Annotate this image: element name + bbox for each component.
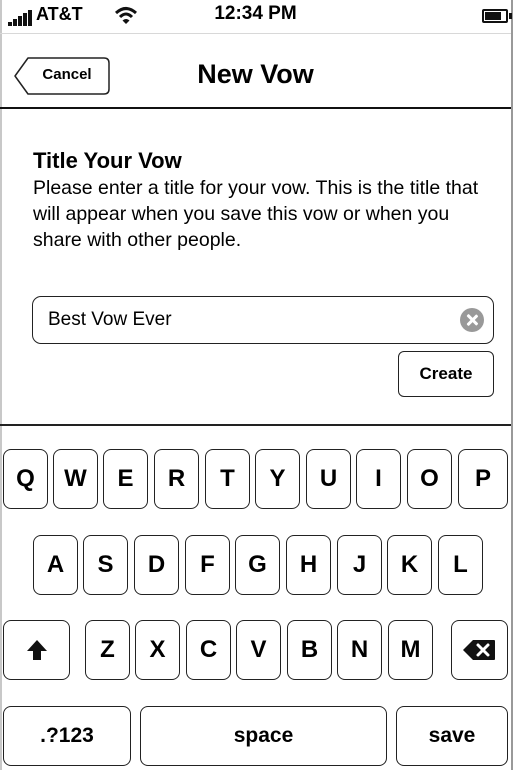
key-h[interactable]: H [286, 535, 331, 595]
page-title: New Vow [197, 59, 314, 89]
key-x[interactable]: X [135, 620, 180, 680]
space-key[interactable]: space [140, 706, 387, 766]
phone-screen: AT&T 12:34 PM Cancel New Vow Title Your … [0, 0, 513, 770]
create-button[interactable]: Create [398, 351, 494, 397]
key-z[interactable]: Z [85, 620, 130, 680]
clear-text-icon[interactable] [460, 308, 484, 332]
vow-title-field[interactable] [32, 296, 494, 344]
key-u[interactable]: U [306, 449, 351, 509]
save-key[interactable]: save [396, 706, 508, 766]
keyboard: Q W E R T Y U I O P A S D F G H J K L Z … [0, 424, 511, 770]
key-o[interactable]: O [407, 449, 452, 509]
key-c[interactable]: C [186, 620, 231, 680]
key-i[interactable]: I [356, 449, 401, 509]
key-m[interactable]: M [388, 620, 433, 680]
key-s[interactable]: S [83, 535, 128, 595]
key-t[interactable]: T [205, 449, 250, 509]
battery-icon [482, 9, 512, 23]
shift-arrow-up-icon [27, 640, 47, 660]
key-l[interactable]: L [438, 535, 483, 595]
key-k[interactable]: K [387, 535, 432, 595]
key-j[interactable]: J [337, 535, 382, 595]
key-q[interactable]: Q [3, 449, 48, 509]
key-b[interactable]: B [287, 620, 332, 680]
status-time: 12:34 PM [214, 3, 297, 24]
key-r[interactable]: R [154, 449, 199, 509]
delete-key[interactable] [451, 620, 508, 680]
section-heading: Title Your Vow [33, 148, 182, 173]
vow-title-input[interactable] [48, 297, 448, 342]
backspace-icon [463, 640, 495, 660]
key-v[interactable]: V [236, 620, 281, 680]
key-g[interactable]: G [235, 535, 280, 595]
shift-key[interactable] [3, 620, 70, 680]
key-y[interactable]: Y [255, 449, 300, 509]
key-e[interactable]: E [103, 449, 148, 509]
section-description: Please enter a title for your vow. This … [33, 177, 479, 251]
navigation-bar: Cancel New Vow [0, 35, 511, 109]
key-w[interactable]: W [53, 449, 98, 509]
key-n[interactable]: N [337, 620, 382, 680]
key-f[interactable]: F [185, 535, 230, 595]
key-a[interactable]: A [33, 535, 78, 595]
key-d[interactable]: D [134, 535, 179, 595]
numbers-key[interactable]: .?123 [3, 706, 131, 766]
key-p[interactable]: P [458, 449, 508, 509]
status-bar: AT&T 12:34 PM [0, 0, 512, 34]
